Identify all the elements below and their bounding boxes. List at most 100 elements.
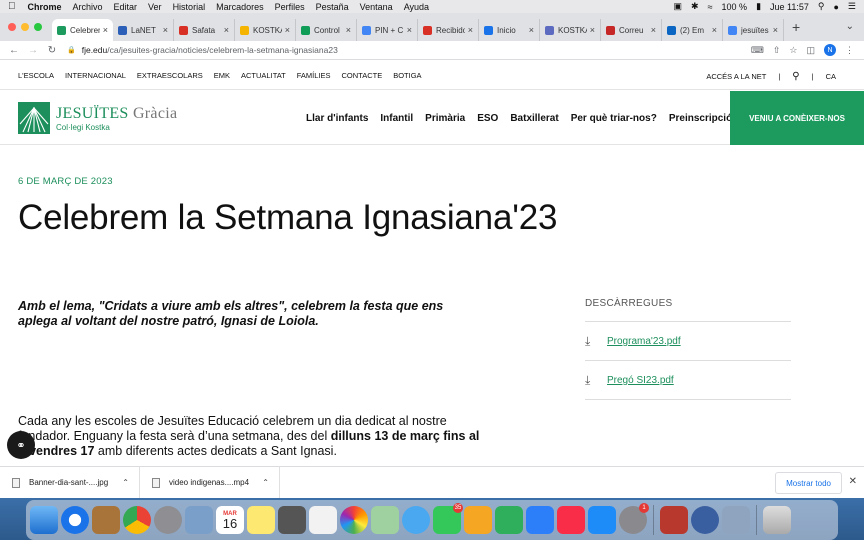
nav-primaria[interactable]: Primària [425,113,465,124]
battery-icon[interactable]: ▮ [756,1,761,12]
close-tab-icon[interactable]: × [773,25,778,35]
menu-editar[interactable]: Editar [114,2,138,12]
maximize-window-button[interactable] [34,23,42,31]
side-panel-icon[interactable]: ◫ [806,45,815,56]
close-icon[interactable]: ✕ [849,476,857,487]
numbers-icon[interactable] [495,506,523,534]
new-tab-button[interactable]: + [792,19,800,35]
image-capture-icon[interactable] [722,506,750,534]
shelf-download-item[interactable]: Banner-dia-sant-....jpg ⌃ [0,466,140,499]
nav-preinscripcio[interactable]: Preinscripció [669,113,732,124]
close-window-button[interactable] [8,23,16,31]
util-link-botiga[interactable]: BOTIGA [393,71,421,80]
download-link-programa[interactable]: Programa'23.pdf [607,336,681,347]
util-link-internacional[interactable]: INTERNACIONAL [65,71,126,80]
profile-avatar[interactable]: N [824,44,836,56]
maps-icon[interactable] [371,506,399,534]
download-link-prego[interactable]: Pregó SI23.pdf [607,375,674,386]
download-item[interactable]: ⤓ Programa'23.pdf [585,322,791,361]
reload-button[interactable]: ↻ [47,45,57,56]
login-link[interactable]: ACCÉS A LA NET [706,72,766,81]
notes-icon[interactable] [247,506,275,534]
browser-tab[interactable]: KOSTKA× [540,19,601,41]
notebook-icon[interactable] [92,506,120,534]
forward-button[interactable]: → [28,45,38,56]
nav-per-que-triar[interactable]: Per què triar-nos? [571,113,657,124]
util-link-emk[interactable]: EMK [214,71,230,80]
util-link-extraescolars[interactable]: EXTRAESCOLARS [137,71,203,80]
app-store-icon[interactable] [588,506,616,534]
trash-icon[interactable] [763,506,791,534]
util-link-actualitat[interactable]: ACTUALITAT [241,71,286,80]
menu-ver[interactable]: Ver [148,2,162,12]
close-tab-icon[interactable]: × [468,25,473,35]
menu-ventana[interactable]: Ventana [360,2,393,12]
close-tab-icon[interactable]: × [712,25,717,35]
chat-widget-button[interactable]: ⚭ [7,431,35,459]
spotlight-icon[interactable]: ⚲ [818,1,825,12]
pages-icon[interactable] [464,506,492,534]
system-preferences-icon[interactable]: 1 [619,503,649,534]
browser-tab[interactable]: KOSTKA× [235,19,296,41]
chevron-up-icon[interactable]: ⌃ [122,478,129,487]
dictionary-icon[interactable] [660,506,688,534]
browser-tab[interactable]: LaNET × [113,19,174,41]
finder-icon[interactable] [30,506,58,534]
more-menu-icon[interactable]: ⋮ [845,45,854,56]
translate-icon[interactable]: ⌨ [751,45,764,56]
menu-perfiles[interactable]: Perfiles [275,2,305,12]
reminders-icon[interactable] [309,506,337,534]
browser-tab[interactable]: Celebrem× [52,19,113,41]
language-selector[interactable]: CA [826,72,836,81]
browser-tab[interactable]: (2) Em × [662,19,723,41]
close-tab-icon[interactable]: × [407,25,412,35]
close-tab-icon[interactable]: × [163,25,168,35]
back-button[interactable]: ← [9,45,19,56]
browser-tab[interactable]: jesuïtes × [723,19,784,41]
browser-tab[interactable]: PIN + C × [357,19,418,41]
close-tab-icon[interactable]: × [285,25,290,35]
util-link-families[interactable]: FAMÍLIES [297,71,331,80]
photos-icon[interactable] [340,506,368,534]
browser-tab[interactable]: Correu × [601,19,662,41]
visit-us-button[interactable]: VENIU A CONÈIXER-NOS [730,91,864,145]
nav-batxillerat[interactable]: Batxillerat [510,113,558,124]
preview-icon[interactable] [185,506,213,534]
search-icon[interactable]: ⚲ [792,71,799,82]
share-icon[interactable]: ⇧ [773,45,781,56]
address-bar[interactable]: 🔒 fje.edu/ca/jesuites-gracia/noticies/ce… [67,43,747,58]
close-tab-icon[interactable]: × [590,25,595,35]
bluetooth-icon[interactable]: ✱ [691,1,699,12]
download-item[interactable]: ⤓ Pregó SI23.pdf [585,361,791,400]
browser-tab[interactable]: Inicio × [479,19,540,41]
wifi-icon[interactable]: ≈ [708,2,713,12]
calculator-icon[interactable] [278,506,306,534]
menu-ayuda[interactable]: Ayuda [404,2,429,12]
clock[interactable]: Jue 11:57 [770,2,809,12]
close-tab-icon[interactable]: × [651,25,656,35]
music-icon[interactable] [557,506,585,534]
close-tab-icon[interactable]: × [346,25,351,35]
browser-tab[interactable]: Recibidos× [418,19,479,41]
minimize-window-button[interactable] [21,23,29,31]
lock-icon[interactable]: 🔒 [67,46,76,54]
close-tab-icon[interactable]: × [103,25,108,35]
screen-mirror-icon[interactable]: ▣ [674,1,683,12]
util-link-escola[interactable]: L'ESCOLA [18,71,54,80]
menu-historial[interactable]: Historial [173,2,206,12]
show-all-downloads-button[interactable]: Mostrar todo [775,472,842,494]
util-link-contacte[interactable]: CONTACTE [342,71,383,80]
nav-eso[interactable]: ESO [477,113,498,124]
launchpad-icon[interactable] [154,506,182,534]
site-logo[interactable]: JESUÏTES Gràcia Col·legi Kostka [18,102,177,134]
calendar-icon[interactable]: MAR 16 [216,506,244,534]
shelf-download-item[interactable]: video indigenas....mp4 ⌃ [140,466,280,499]
keynote-icon[interactable] [526,506,554,534]
nav-infantil[interactable]: Infantil [380,113,413,124]
chrome-icon[interactable] [123,506,151,534]
browser-tab[interactable]: Control × [296,19,357,41]
close-tab-icon[interactable]: × [224,25,229,35]
menu-marcadores[interactable]: Marcadores [216,2,264,12]
nav-llar-infants[interactable]: Llar d'infants [306,113,368,124]
menu-pestana[interactable]: Pestaña [316,2,349,12]
